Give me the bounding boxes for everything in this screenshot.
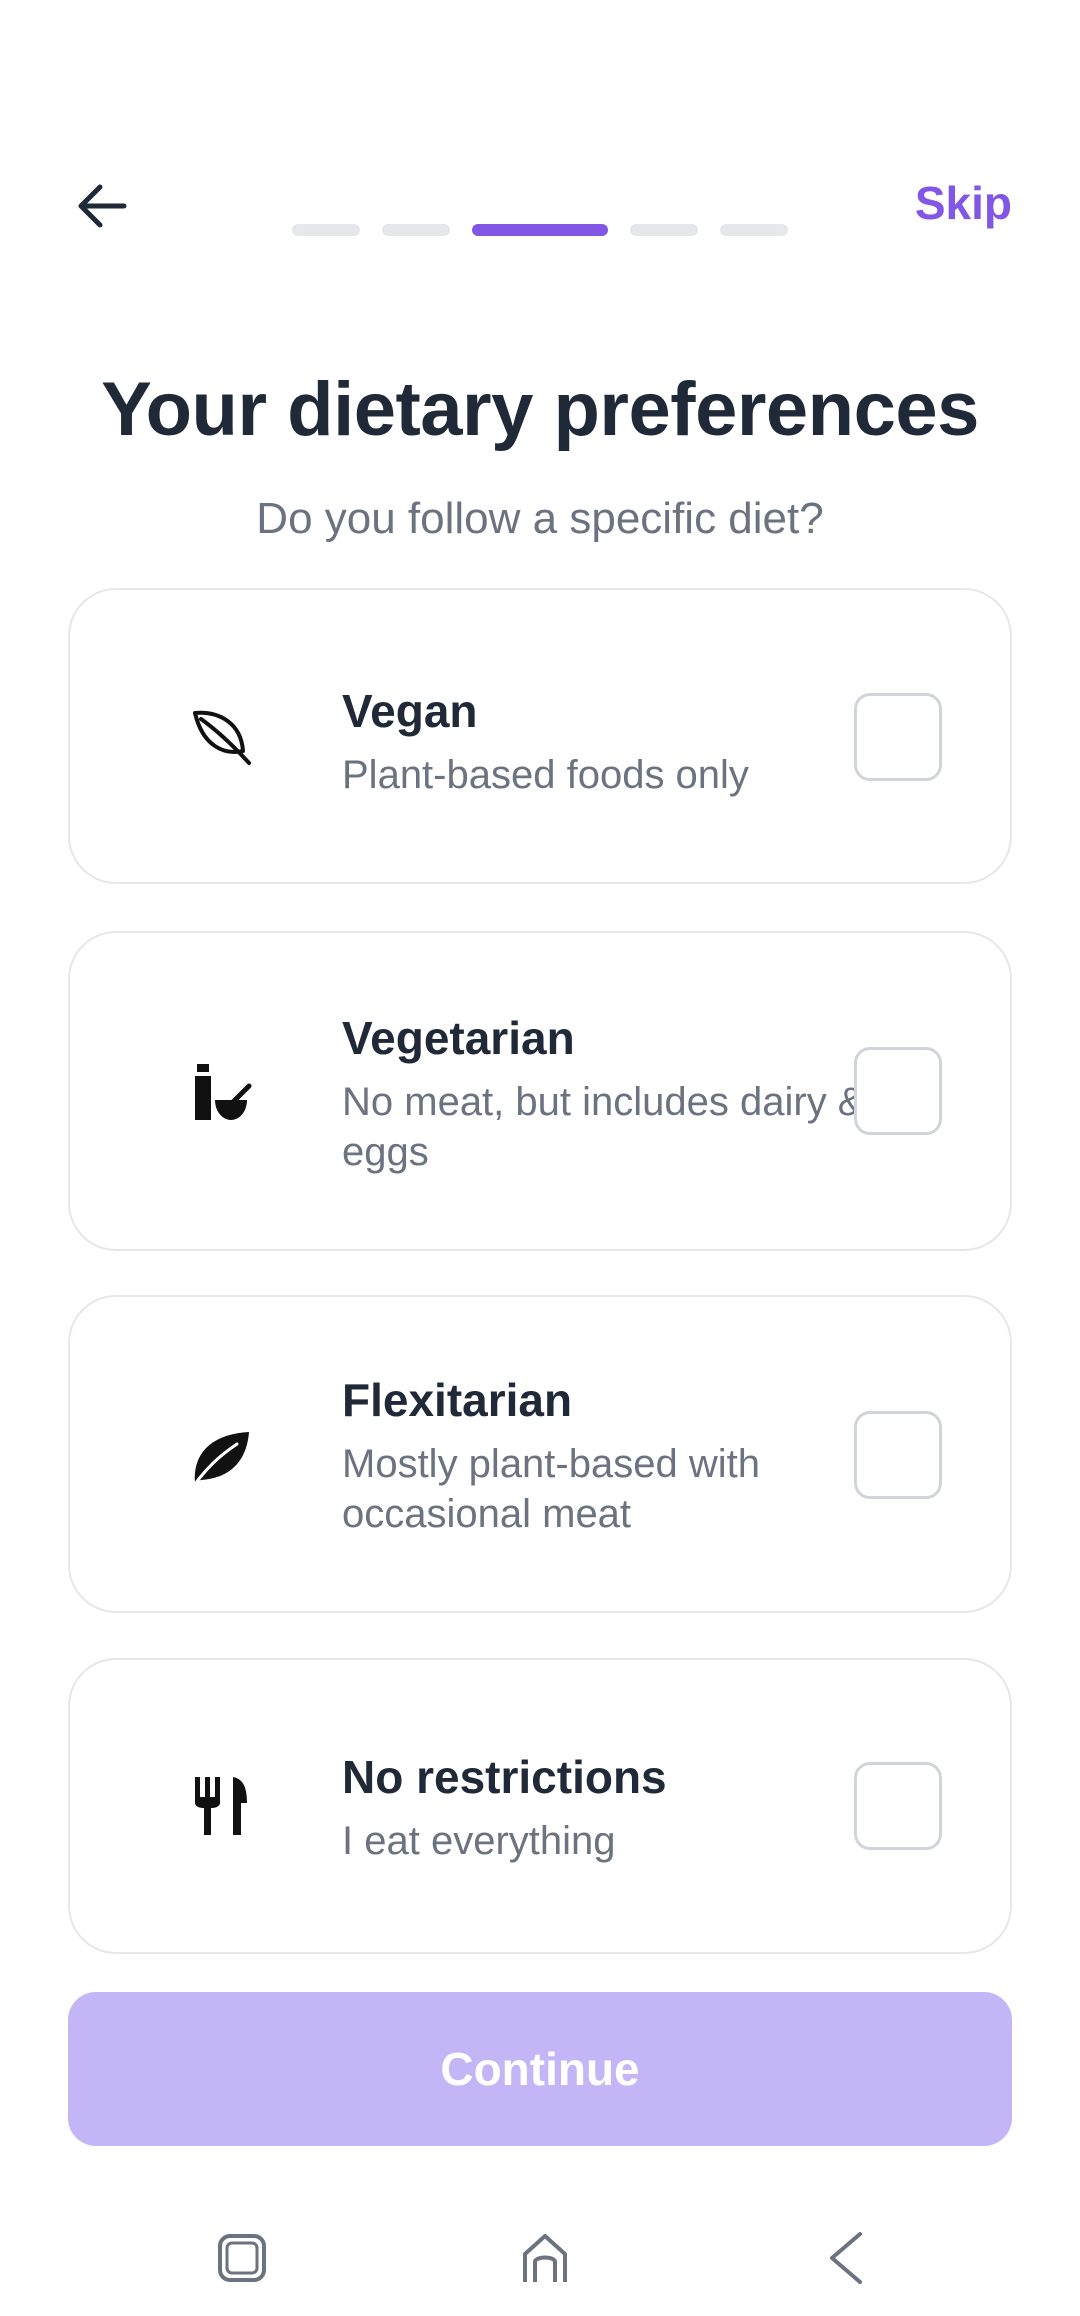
page-title: Your dietary preferences <box>101 367 979 452</box>
skip-button[interactable]: Skip <box>915 176 1012 230</box>
leaf-outline-icon <box>182 698 262 778</box>
milk-bottle-bowl-icon <box>182 1053 262 1133</box>
option-description: Plant-based foods only <box>342 753 749 797</box>
page-subtitle: Do you follow a specific diet? <box>256 494 824 543</box>
recents-button[interactable] <box>202 2220 282 2300</box>
progress-step-1 <box>292 224 360 236</box>
home-button[interactable] <box>505 2220 585 2300</box>
progress-step-3-active <box>472 224 608 236</box>
checkbox-no-restrictions[interactable] <box>854 1762 942 1850</box>
back-chevron-icon <box>820 2230 876 2291</box>
option-card-vegetarian[interactable]: Vegetarian No meat, but includes dairy &… <box>68 931 1012 1251</box>
progress-indicator <box>292 224 788 236</box>
option-label: Flexitarian <box>342 1374 573 1426</box>
recents-square-icon <box>214 2230 270 2291</box>
option-description: No meat, but includes dairy & eggs <box>342 1080 865 1174</box>
continue-button[interactable]: Continue <box>68 1992 1012 2146</box>
home-icon <box>517 2230 573 2291</box>
checkbox-flexitarian[interactable] <box>854 1411 942 1499</box>
progress-step-5 <box>720 224 788 236</box>
back-button[interactable] <box>62 178 142 238</box>
system-navigation-bar <box>0 2190 1080 2316</box>
progress-step-2 <box>382 224 450 236</box>
option-card-flexitarian[interactable]: Flexitarian Mostly plant-based with occa… <box>68 1295 1012 1613</box>
top-bar: Skip <box>0 150 1080 260</box>
option-card-no-restrictions[interactable]: No restrictions I eat everything <box>68 1658 1012 1954</box>
option-card-vegan[interactable]: Vegan Plant-based foods only <box>68 588 1012 884</box>
option-label: Vegan <box>342 685 478 737</box>
option-label: No restrictions <box>342 1751 667 1803</box>
progress-step-4 <box>630 224 698 236</box>
fork-knife-icon <box>182 1766 262 1846</box>
leaf-filled-icon <box>182 1417 262 1497</box>
option-description: Mostly plant-based with occasional meat <box>342 1442 760 1536</box>
checkbox-vegan[interactable] <box>854 693 942 781</box>
arrow-left-icon <box>74 178 130 239</box>
system-back-button[interactable] <box>808 2220 888 2300</box>
option-description: I eat everything <box>342 1819 616 1863</box>
checkbox-vegetarian[interactable] <box>854 1047 942 1135</box>
option-label: Vegetarian <box>342 1012 575 1064</box>
